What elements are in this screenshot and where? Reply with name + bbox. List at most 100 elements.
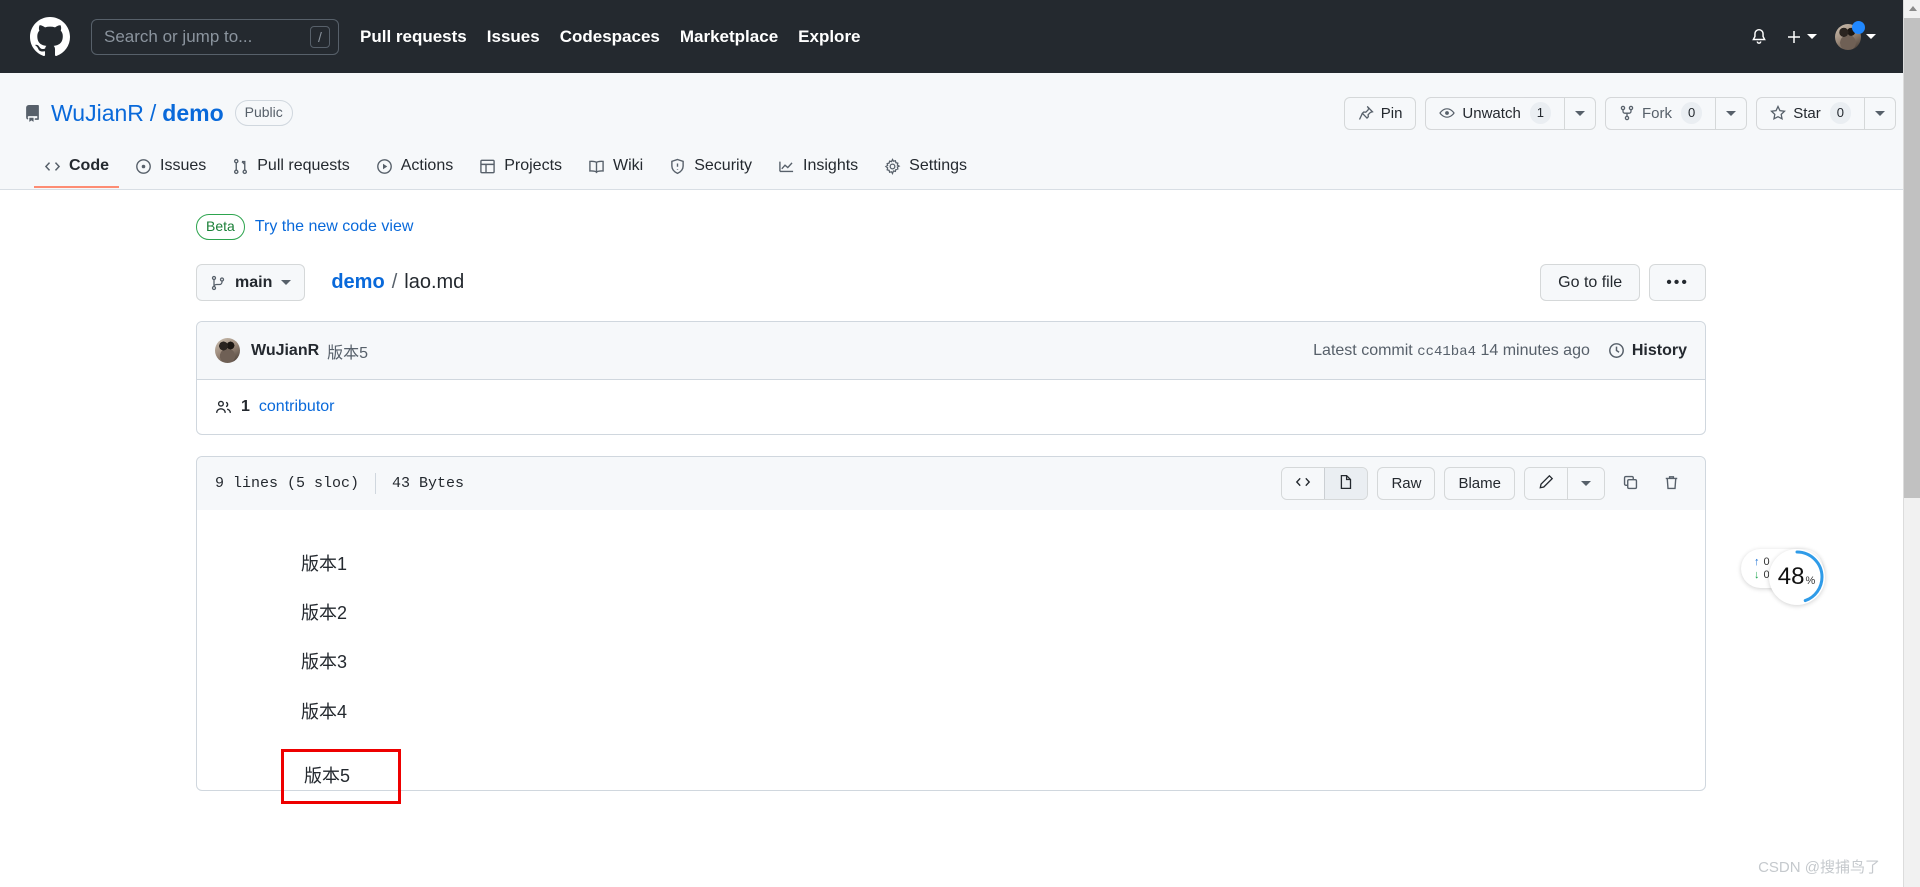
git-pull-request-icon xyxy=(232,158,249,175)
chevron-down-icon xyxy=(1875,110,1885,116)
tab-projects-label: Projects xyxy=(504,157,563,174)
nav-explore[interactable]: Explore xyxy=(798,27,860,47)
file-line-count: 9 lines (5 sloc) xyxy=(215,475,360,492)
tab-insights[interactable]: Insights xyxy=(768,149,868,189)
arrow-up-icon: ↑ xyxy=(1754,556,1760,568)
file-content-box: 9 lines (5 sloc) 43 Bytes Raw Blame 版本1 … xyxy=(196,456,1706,804)
commit-author-avatar[interactable] xyxy=(215,338,240,363)
tab-insights-label: Insights xyxy=(803,157,859,174)
speed-percent-dial[interactable]: 48 % xyxy=(1768,549,1825,605)
repository-breadcrumb: WuJianR / demo xyxy=(51,100,224,127)
commit-sha[interactable]: cc41ba4 xyxy=(1417,344,1476,360)
star-button[interactable]: Star 0 xyxy=(1756,96,1864,130)
gear-icon xyxy=(884,157,901,175)
code-view-button[interactable] xyxy=(1282,468,1325,499)
delete-file-button[interactable] xyxy=(1655,467,1687,500)
repo-visibility-badge: Public xyxy=(234,100,293,126)
contributors-count: 1 xyxy=(241,398,250,415)
unwatch-button[interactable]: Unwatch 1 xyxy=(1425,96,1565,130)
bell-icon[interactable] xyxy=(1750,28,1768,46)
breadcrumb-current-file: lao.md xyxy=(404,271,465,293)
star-icon xyxy=(1770,105,1787,121)
chevron-down-icon xyxy=(1575,110,1586,116)
divider xyxy=(375,473,377,494)
try-new-code-view-link[interactable]: Try the new code view xyxy=(255,218,414,236)
branch-selector-button[interactable]: main xyxy=(196,264,306,301)
contributors-label: contributor xyxy=(258,398,335,415)
latest-commit-label: Latest commit xyxy=(1313,341,1413,359)
page-scrollbar[interactable] xyxy=(1903,0,1920,887)
graph-icon xyxy=(778,158,795,175)
git-branch-icon xyxy=(210,275,226,291)
tab-settings[interactable]: Settings xyxy=(874,149,977,189)
go-to-file-button[interactable]: Go to file xyxy=(1540,264,1641,301)
preview-view-button[interactable] xyxy=(1324,468,1368,499)
nav-marketplace[interactable]: Marketplace xyxy=(680,27,778,47)
more-options-button[interactable]: ••• xyxy=(1649,264,1706,301)
scrollbar-thumb[interactable] xyxy=(1904,18,1920,498)
file-markdown-content: 版本1 版本2 版本3 版本4 版本5 xyxy=(197,510,1705,804)
header-right-controls xyxy=(1750,20,1896,50)
chevron-down-icon xyxy=(281,280,292,285)
play-icon xyxy=(376,158,393,175)
fork-dropdown-button[interactable] xyxy=(1715,96,1748,130)
commit-author-name[interactable]: WuJianR xyxy=(251,342,319,360)
breadcrumb-repo-link[interactable]: demo xyxy=(331,271,384,294)
unwatch-button-label: Unwatch xyxy=(1462,104,1521,122)
blame-button[interactable]: Blame xyxy=(1444,467,1515,500)
nav-issues[interactable]: Issues xyxy=(487,27,540,47)
edit-file-button[interactable] xyxy=(1525,468,1567,499)
repo-path-separator: / xyxy=(149,99,157,126)
github-mark-icon[interactable] xyxy=(30,16,70,57)
tab-actions[interactable]: Actions xyxy=(366,149,463,189)
repo-book-icon xyxy=(24,104,41,122)
eye-icon xyxy=(1439,105,1456,121)
table-icon xyxy=(479,158,496,175)
star-dropdown-button[interactable] xyxy=(1864,96,1896,130)
arrow-down-icon: ↓ xyxy=(1754,569,1760,581)
speed-percent-readout: 48 % xyxy=(1778,565,1815,589)
pin-button[interactable]: Pin xyxy=(1343,96,1417,130)
raw-button[interactable]: Raw xyxy=(1377,467,1436,500)
create-new-button[interactable] xyxy=(1786,29,1817,45)
commit-message[interactable]: 版本5 xyxy=(327,339,368,363)
tab-wiki-label: Wiki xyxy=(613,157,644,174)
file-toolbar: Raw Blame xyxy=(1281,467,1687,500)
file-breadcrumb: demo / lao.md xyxy=(331,271,464,294)
tab-settings-label: Settings xyxy=(909,157,967,174)
file-icon xyxy=(1338,474,1354,493)
repo-owner-link[interactable]: WuJianR xyxy=(51,100,144,127)
network-speed-widget[interactable]: ↑ 0 K/s ↓ 0 K/s 48 % xyxy=(1741,549,1825,605)
tab-actions-label: Actions xyxy=(400,157,454,174)
nav-codespaces[interactable]: Codespaces xyxy=(560,27,660,47)
fork-button[interactable]: Fork 0 xyxy=(1605,96,1716,130)
tab-pull-requests-label: Pull requests xyxy=(257,157,350,174)
pin-icon xyxy=(1358,105,1374,121)
chevron-down-icon xyxy=(1807,34,1817,39)
content-container: Beta Try the new code view main demo / l… xyxy=(196,214,1706,804)
tab-issues[interactable]: Issues xyxy=(125,149,216,189)
unwatch-dropdown-button[interactable] xyxy=(1564,96,1597,130)
tab-wiki[interactable]: Wiki xyxy=(578,149,653,189)
contributors-row[interactable]: 1 contributor xyxy=(197,379,1705,434)
highlighted-line-wrapper: 版本5 xyxy=(197,748,1705,804)
scrollbar-up-arrow[interactable] xyxy=(1904,0,1920,17)
tab-code[interactable]: Code xyxy=(34,149,119,189)
tab-pull-requests[interactable]: Pull requests xyxy=(222,149,360,189)
account-menu[interactable] xyxy=(1835,20,1876,50)
tab-security[interactable]: Security xyxy=(659,149,762,189)
copy-icon xyxy=(1622,474,1639,494)
upload-speed-value: 0 xyxy=(1763,556,1770,568)
nav-pull-requests[interactable]: Pull requests xyxy=(360,27,467,47)
tab-projects[interactable]: Projects xyxy=(469,149,572,189)
edit-dropdown-button[interactable] xyxy=(1567,468,1604,499)
history-link[interactable]: History xyxy=(1608,342,1687,360)
copy-raw-content-button[interactable] xyxy=(1614,467,1646,500)
pencil-icon xyxy=(1538,474,1554,493)
search-input[interactable]: Search or jump to... / xyxy=(91,18,339,55)
history-icon xyxy=(1608,342,1625,359)
global-nav: Pull requests Issues Codespaces Marketpl… xyxy=(360,27,861,47)
repo-name-link[interactable]: demo xyxy=(162,100,223,127)
unwatch-count: 1 xyxy=(1529,102,1552,124)
file-meta-bar: 9 lines (5 sloc) 43 Bytes Raw Blame xyxy=(197,457,1705,510)
